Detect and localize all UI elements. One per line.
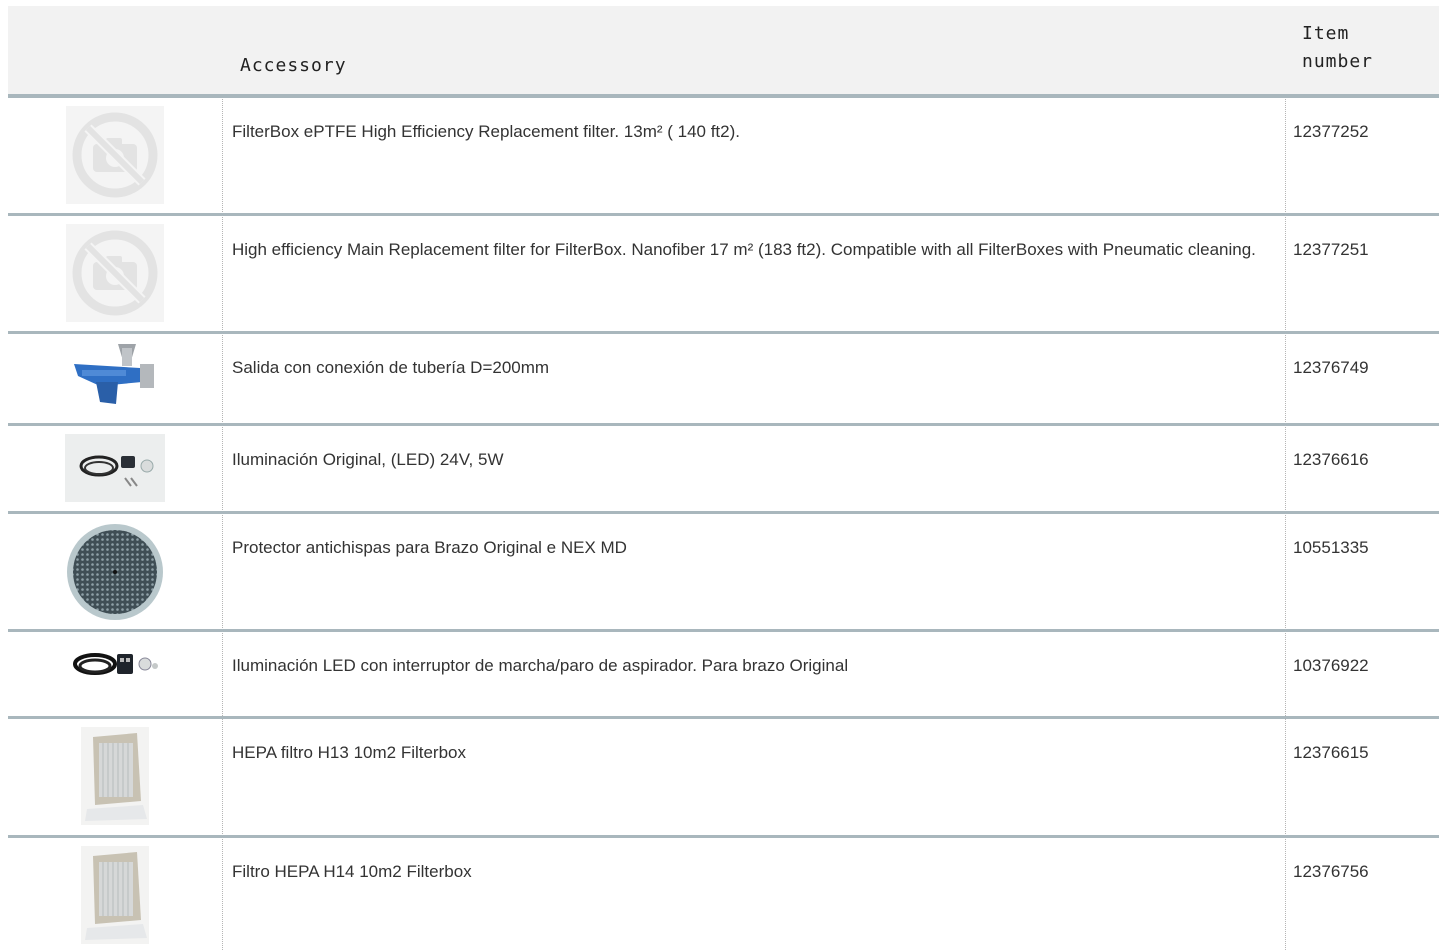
accessories-table: Accessory Item number FilterBox ePTFE Hig…	[8, 6, 1439, 950]
table-row: High efficiency Main Replacement filter …	[8, 216, 1439, 334]
accessory-description: Protector antichispas para Brazo Origina…	[232, 538, 627, 557]
led-lighting-kit-image	[65, 434, 165, 502]
hepa-filter-image	[81, 727, 149, 825]
table-row: FilterBox ePTFE High Efficiency Replacem…	[8, 98, 1439, 216]
table-row: Protector antichispas para Brazo Origina…	[8, 514, 1439, 632]
item-number: 12376615	[1293, 743, 1369, 762]
table-row: Filtro HEPA H14 10m2 Filterbox 12376756	[8, 838, 1439, 950]
table-row: Iluminación Original, (LED) 24V, 5W 1237…	[8, 426, 1439, 514]
accessory-description: FilterBox ePTFE High Efficiency Replacem…	[232, 122, 740, 141]
accessory-description: HEPA filtro H13 10m2 Filterbox	[232, 743, 466, 762]
item-number: 12376749	[1293, 358, 1369, 377]
accessory-description: High efficiency Main Replacement filter …	[232, 240, 1256, 259]
outlet-pipe-connection-image	[74, 344, 154, 404]
item-number: 10376922	[1293, 656, 1369, 675]
table-row: HEPA filtro H13 10m2 Filterbox 12376615	[8, 719, 1439, 838]
header-item-number: Item number	[1302, 23, 1374, 72]
table-row: Iluminación LED con interruptor de march…	[8, 632, 1439, 719]
accessory-description: Iluminación Original, (LED) 24V, 5W	[232, 450, 504, 469]
led-switch-kit-image	[73, 653, 158, 675]
spark-protector-image	[67, 524, 163, 620]
item-number: 12376616	[1293, 450, 1369, 469]
item-number: 12377251	[1293, 240, 1369, 259]
no-image-icon	[66, 224, 164, 322]
item-number: 12376756	[1293, 862, 1369, 881]
accessory-description: Salida con conexión de tubería D=200mm	[232, 358, 550, 377]
hepa-filter-image	[81, 846, 149, 944]
item-number: 10551335	[1293, 538, 1369, 557]
accessory-description: Iluminación LED con interruptor de march…	[232, 656, 849, 675]
no-image-icon	[66, 106, 164, 204]
header-accessory: Accessory	[240, 55, 347, 76]
table-header: Accessory Item number	[8, 6, 1439, 98]
item-number: 12377252	[1293, 122, 1369, 141]
table-row: Salida con conexión de tubería D=200mm 1…	[8, 334, 1439, 426]
accessory-description: Filtro HEPA H14 10m2 Filterbox	[232, 862, 472, 881]
